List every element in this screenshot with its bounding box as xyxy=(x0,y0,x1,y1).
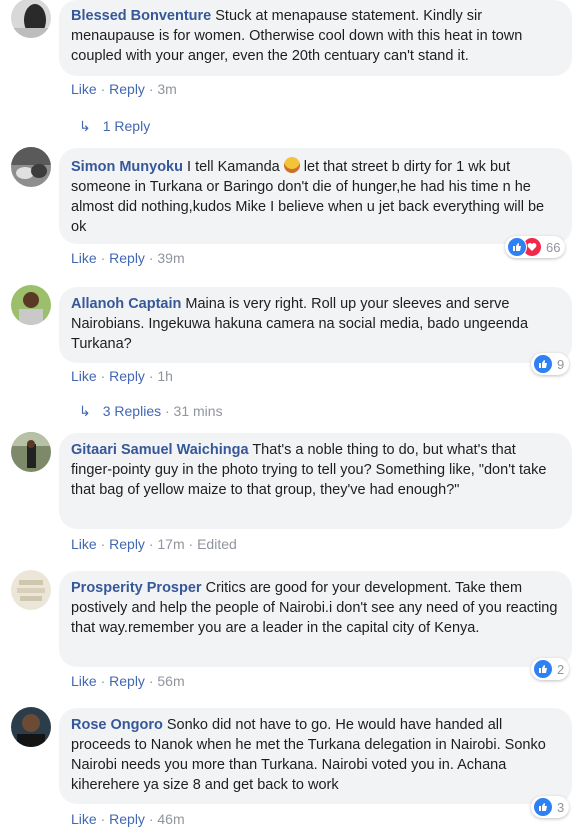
comment-actions: Like · Reply · 56m xyxy=(71,673,185,689)
like-link[interactable]: Like xyxy=(71,673,97,689)
edited-label[interactable]: Edited xyxy=(197,536,237,552)
comment-text: I tell Kamanda xyxy=(187,159,280,175)
like-link[interactable]: Like xyxy=(71,250,97,266)
avatar[interactable] xyxy=(11,432,51,472)
comment-time[interactable]: 3m xyxy=(157,81,176,97)
reply-link[interactable]: Reply xyxy=(109,673,145,689)
like-link[interactable]: Like xyxy=(71,536,97,552)
comment-bubble: Gitaari Samuel Waichinga That's a noble … xyxy=(59,433,572,529)
comment-author[interactable]: Allanoh Captain xyxy=(71,296,181,312)
view-replies-link[interactable]: ↳ 3 Replies · 31 mins xyxy=(79,403,223,420)
reply-link[interactable]: Reply xyxy=(109,81,145,97)
comment-actions: Like · Reply · 17m · Edited xyxy=(71,536,237,552)
avatar[interactable] xyxy=(11,0,51,38)
reply-link[interactable]: Reply xyxy=(109,250,145,266)
comment-actions: Like · Reply · 3m xyxy=(71,81,177,97)
comment-time[interactable]: 1h xyxy=(157,368,173,384)
reaction-summary[interactable]: 66 xyxy=(505,236,566,258)
reaction-summary[interactable]: 9 xyxy=(531,353,570,375)
avatar[interactable] xyxy=(11,147,51,187)
reply-link[interactable]: Reply xyxy=(109,536,145,552)
like-link[interactable]: Like xyxy=(71,81,97,97)
comment-author[interactable]: Prosperity Prosper xyxy=(71,580,202,596)
like-reaction-icon xyxy=(533,354,553,374)
comment-bubble: Allanoh Captain Maina is very right. Rol… xyxy=(59,287,572,363)
like-reaction-icon xyxy=(533,797,553,817)
reply-arrow-icon: ↳ xyxy=(79,403,91,419)
comment-time[interactable]: 39m xyxy=(157,250,184,266)
reply-arrow-icon: ↳ xyxy=(79,118,91,134)
comment-actions: Like · Reply · 46m xyxy=(71,811,185,827)
like-link[interactable]: Like xyxy=(71,811,97,827)
replies-time: · 31 mins xyxy=(165,403,223,419)
comment-actions: Like · Reply · 39m xyxy=(71,250,185,266)
emoji-icon xyxy=(283,157,300,173)
comment-author[interactable]: Blessed Bonventure xyxy=(71,8,211,24)
comment-author[interactable]: Simon Munyoku xyxy=(71,159,183,175)
reaction-summary[interactable]: 3 xyxy=(531,796,570,818)
view-replies-label[interactable]: 1 Reply xyxy=(103,118,150,134)
comment-time[interactable]: 17m xyxy=(157,536,184,552)
comment-bubble: Blessed Bonventure Stuck at menapause st… xyxy=(59,0,572,76)
reaction-count: 9 xyxy=(557,356,565,372)
like-link[interactable]: Like xyxy=(71,368,97,384)
view-replies-link[interactable]: ↳ 1 Reply xyxy=(79,118,150,135)
like-reaction-icon xyxy=(533,659,553,679)
view-replies-label[interactable]: 3 Replies xyxy=(103,403,161,419)
comment-time[interactable]: 56m xyxy=(157,673,184,689)
comment-bubble: Prosperity Prosper Critics are good for … xyxy=(59,571,572,667)
reaction-count: 2 xyxy=(557,661,565,677)
reply-link[interactable]: Reply xyxy=(109,811,145,827)
comment-bubble: Simon Munyoku I tell Kamanda let that st… xyxy=(59,148,572,244)
comment-bubble: Rose Ongoro Sonko did not have to go. He… xyxy=(59,708,572,804)
avatar[interactable] xyxy=(11,570,51,610)
reply-link[interactable]: Reply xyxy=(109,368,145,384)
comment-author[interactable]: Gitaari Samuel Waichinga xyxy=(71,442,249,458)
avatar[interactable] xyxy=(11,285,51,325)
reaction-count: 66 xyxy=(546,239,561,255)
like-reaction-icon xyxy=(507,237,527,257)
avatar[interactable] xyxy=(11,707,51,747)
comment-actions: Like · Reply · 1h xyxy=(71,368,173,384)
reaction-summary[interactable]: 2 xyxy=(531,658,570,680)
reaction-count: 3 xyxy=(557,799,565,815)
comment-author[interactable]: Rose Ongoro xyxy=(71,717,163,733)
comment-time[interactable]: 46m xyxy=(157,811,184,827)
